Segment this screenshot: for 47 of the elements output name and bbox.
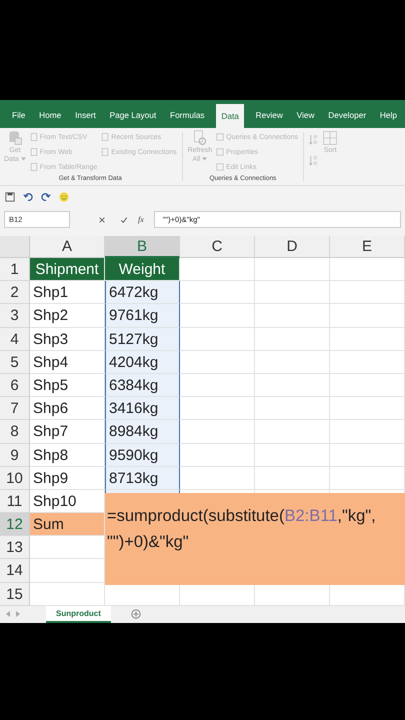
table-cell: 6384kg: [105, 374, 180, 398]
insert-function-button[interactable]: fx: [138, 215, 144, 224]
row-header[interactable]: 12: [0, 513, 30, 536]
table-cell: 8713kg: [105, 466, 180, 490]
table-cell: Sum: [30, 513, 105, 536]
table-cell: 3416kg: [105, 397, 180, 420]
table-cell: 8984kg: [105, 420, 180, 444]
ribbon-tab[interactable]: Insert: [73, 104, 98, 126]
ribbon-tab[interactable]: Formulas: [168, 104, 207, 126]
table-cell: Weight: [105, 258, 180, 282]
row-header[interactable]: 11: [0, 490, 30, 514]
ribbon-tab[interactable]: Developer: [326, 104, 368, 126]
row-header[interactable]: 6: [0, 374, 30, 398]
row-header[interactable]: 1: [0, 258, 30, 282]
table-cell: 4204kg: [105, 350, 180, 374]
row-header[interactable]: 10: [0, 466, 30, 490]
column-header[interactable]: B: [105, 236, 180, 258]
table-cell: 5127kg: [105, 328, 180, 351]
ribbon-tab[interactable]: Data: [216, 104, 244, 128]
row-header[interactable]: 13: [0, 536, 30, 560]
row-header[interactable]: 3: [0, 304, 30, 328]
formula-text: "")+0)&"kg": [107, 532, 189, 553]
column-header[interactable]: A: [30, 236, 105, 258]
ribbon-tab[interactable]: View: [294, 104, 317, 126]
table-cell: 9761kg: [105, 304, 180, 328]
row-header[interactable]: 8: [0, 420, 30, 444]
row-header[interactable]: 9: [0, 444, 30, 467]
row-header[interactable]: 14: [0, 559, 30, 583]
column-header[interactable]: D: [255, 236, 330, 258]
formula-text: =sumproduct(substitute(B2:B11,"kg",: [107, 506, 376, 527]
ribbon-tab[interactable]: Review: [254, 104, 285, 126]
sheet-tab[interactable]: Sunproduct: [46, 606, 111, 623]
cell-editor[interactable]: =sumproduct(substitute(B2:B11,"kg", "")+0)&"kg": [105, 493, 405, 585]
table-cell: 9590kg: [105, 444, 180, 467]
ribbon-tab[interactable]: Page Layout: [108, 104, 158, 126]
column-header[interactable]: E: [330, 236, 405, 258]
row-header[interactable]: 7: [0, 397, 30, 420]
table-cell: Shipment: [30, 258, 105, 282]
table-cell: 6472kg: [105, 281, 180, 304]
row-header[interactable]: 15: [0, 582, 30, 606]
row-header[interactable]: 4: [0, 328, 30, 351]
ribbon-tab[interactable]: Home: [37, 104, 64, 126]
row-header[interactable]: 2: [0, 281, 30, 304]
ribbon-tab[interactable]: Help: [378, 104, 399, 126]
row-header[interactable]: 5: [0, 350, 30, 374]
column-header[interactable]: C: [180, 236, 255, 258]
ribbon-tab[interactable]: File: [10, 104, 28, 126]
